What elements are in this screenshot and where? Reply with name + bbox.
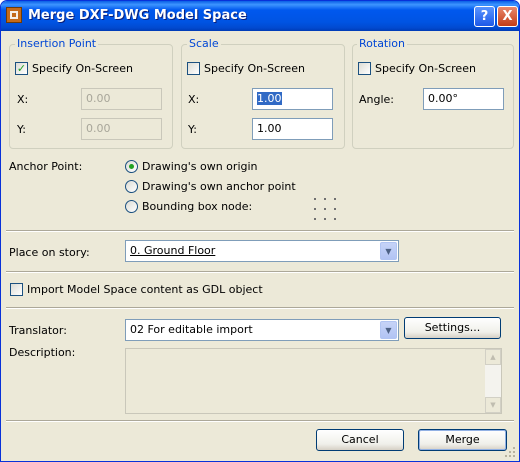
- title-bar[interactable]: Merge DXF-DWG Model Space ? X: [1, 1, 519, 31]
- anchor-option-bounding-box[interactable]: Bounding box node:: [142, 200, 252, 213]
- scale-x-label: X:: [188, 93, 200, 106]
- insertion-y-field[interactable]: 0.00: [81, 118, 162, 140]
- anchor-point-label: Anchor Point:: [9, 160, 83, 173]
- settings-button[interactable]: Settings...: [404, 317, 501, 339]
- rotation-angle-field[interactable]: 0.00°: [423, 88, 504, 110]
- chevron-down-icon[interactable]: ▼: [380, 321, 397, 339]
- rotation-specify-label[interactable]: Specify On-Screen: [375, 62, 476, 75]
- anchor-radio-anchor-point[interactable]: [125, 180, 138, 193]
- translator-dropdown[interactable]: 02 For editable import ▼: [125, 319, 399, 341]
- description-field[interactable]: ▲ ▼: [125, 348, 502, 414]
- separator: [6, 420, 514, 422]
- insertion-specify-label[interactable]: Specify On-Screen: [32, 62, 133, 75]
- app-icon: [6, 7, 22, 23]
- insertion-x-field[interactable]: 0.00: [81, 88, 162, 110]
- separator: [6, 230, 514, 232]
- translator-label: Translator:: [9, 324, 67, 337]
- scroll-up-icon[interactable]: ▲: [485, 349, 501, 365]
- import-gdl-checkbox[interactable]: [10, 283, 23, 296]
- resize-grip-icon[interactable]: [504, 446, 516, 458]
- anchor-option-origin[interactable]: Drawing's own origin: [142, 160, 258, 173]
- scale-specify-checkbox[interactable]: [187, 62, 200, 75]
- cancel-button[interactable]: Cancel: [316, 429, 404, 451]
- close-button[interactable]: X: [497, 6, 518, 27]
- translator-value: 02 For editable import: [130, 323, 253, 336]
- insertion-x-label: X:: [17, 93, 29, 106]
- bounding-box-node-selector[interactable]: [314, 198, 336, 220]
- description-label: Description:: [9, 346, 76, 359]
- rotation-title: Rotation: [357, 37, 408, 50]
- anchor-radio-origin[interactable]: [125, 160, 138, 173]
- window-title: Merge DXF-DWG Model Space: [28, 8, 247, 23]
- chevron-down-icon[interactable]: ▼: [380, 242, 397, 260]
- merge-dxf-dwg-dialog: Merge DXF-DWG Model Space ? X Insertion …: [0, 0, 520, 462]
- scale-specify-label[interactable]: Specify On-Screen: [204, 62, 305, 75]
- description-scrollbar[interactable]: ▲ ▼: [485, 349, 501, 413]
- insertion-specify-checkbox[interactable]: ✓: [15, 62, 28, 75]
- story-label: Place on story:: [9, 246, 90, 259]
- scale-y-label: Y:: [188, 123, 197, 136]
- anchor-radio-bounding-box[interactable]: [125, 200, 138, 213]
- scale-y-field[interactable]: 1.00: [252, 118, 333, 140]
- separator: [6, 307, 514, 309]
- insertion-y-label: Y:: [17, 123, 26, 136]
- story-dropdown[interactable]: 0. Ground Floor ▼: [125, 240, 399, 262]
- separator: [6, 271, 514, 273]
- import-gdl-label[interactable]: Import Model Space content as GDL object: [27, 283, 263, 296]
- rotation-angle-label: Angle:: [359, 93, 395, 106]
- anchor-option-anchor-point[interactable]: Drawing's own anchor point: [142, 180, 296, 193]
- rotation-specify-checkbox[interactable]: [358, 62, 371, 75]
- scale-title: Scale: [187, 37, 221, 50]
- story-value: 0. Ground Floor: [130, 244, 216, 257]
- scroll-down-icon[interactable]: ▼: [485, 397, 501, 413]
- merge-button[interactable]: Merge: [418, 429, 507, 451]
- scale-x-field[interactable]: 1.00: [252, 88, 333, 110]
- insertion-point-title: Insertion Point: [15, 37, 99, 50]
- help-button[interactable]: ?: [474, 6, 495, 27]
- scale-x-value: 1.00: [257, 92, 282, 105]
